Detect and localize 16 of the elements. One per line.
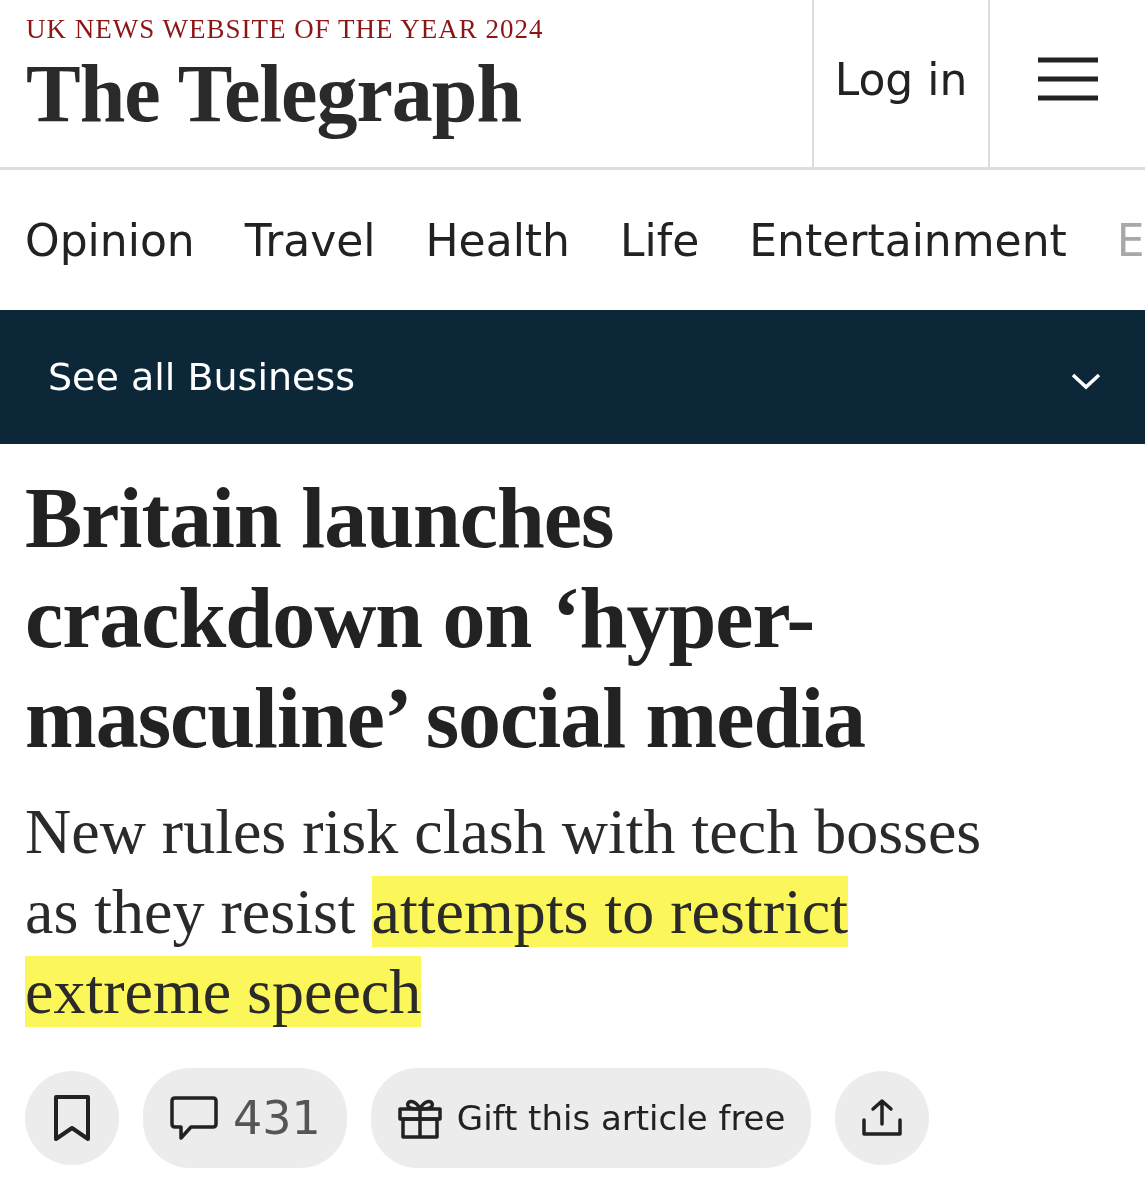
comments-button[interactable]: 431 bbox=[143, 1068, 347, 1168]
speech-bubble-icon bbox=[169, 1095, 219, 1141]
gift-button[interactable]: Gift this article free bbox=[370, 1068, 812, 1168]
section-dropdown[interactable]: See all Business bbox=[0, 310, 1145, 444]
nav-link[interactable]: Life bbox=[620, 214, 700, 266]
menu-icon bbox=[1037, 56, 1098, 101]
bookmark-icon bbox=[53, 1094, 91, 1142]
site-logo[interactable]: The Telegraph bbox=[26, 49, 812, 140]
share-icon bbox=[861, 1098, 904, 1138]
nav-link[interactable]: Health bbox=[425, 214, 570, 266]
headline: Britain launches crackdown on ‘hyper-masculine’ social media bbox=[25, 469, 867, 768]
nav-link[interactable]: Travel bbox=[244, 214, 376, 266]
nav-link[interactable]: Opinion bbox=[25, 214, 195, 266]
chevron-down-icon bbox=[1071, 372, 1101, 390]
award-text: UK NEWS WEBSITE OF THE YEAR 2024 bbox=[26, 14, 545, 45]
nav-link[interactable]: Entertainment bbox=[749, 214, 1067, 266]
